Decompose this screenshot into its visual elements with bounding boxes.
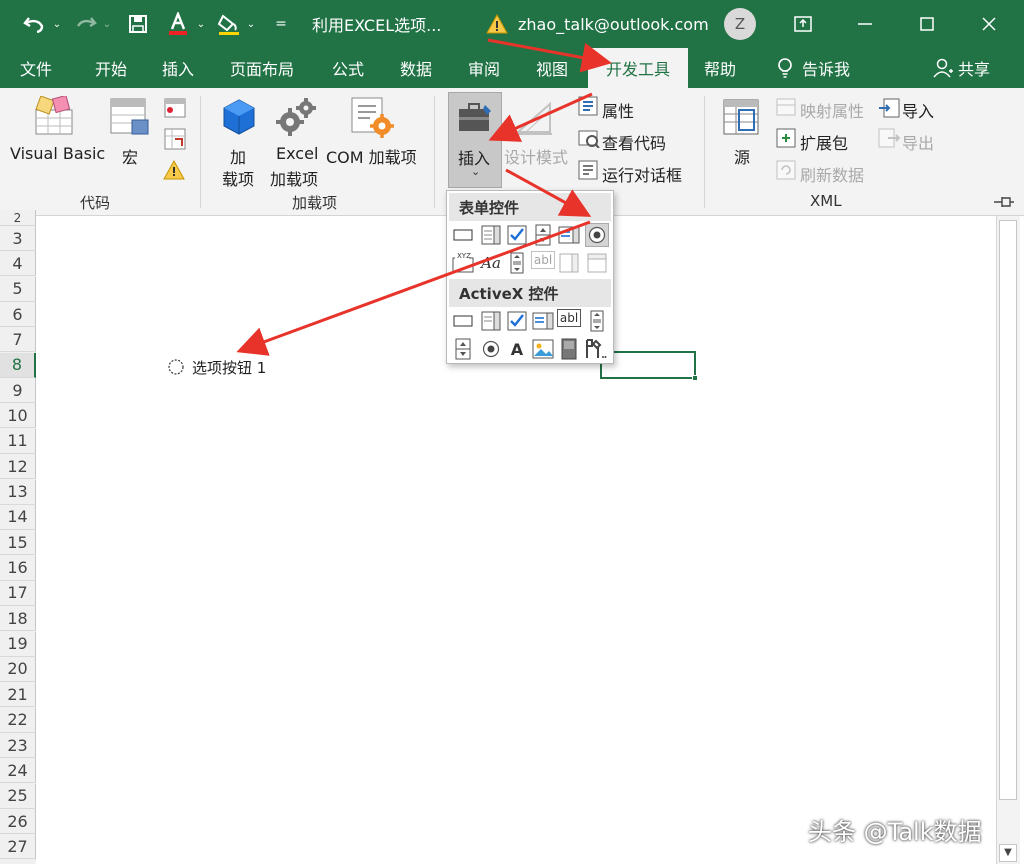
arrow-to-insert-button [488, 92, 593, 142]
annotation-arrows [236, 38, 612, 356]
arrow-to-developer-tab [487, 38, 612, 73]
arrow-to-sheet-option-button [236, 220, 591, 356]
watermark: 头条 @Talk数据 [808, 818, 982, 846]
arrow-to-option-control [505, 168, 592, 217]
